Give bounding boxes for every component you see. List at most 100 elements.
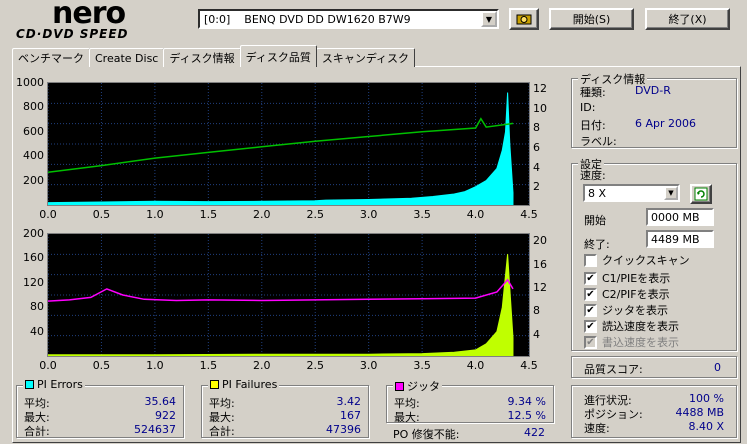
show-jitter-checkbox[interactable]: ✔ <box>584 303 597 317</box>
chevron-down-icon[interactable]: ▼ <box>481 11 497 27</box>
settings-group: 設定 速度: 8 X ▼ 開始 0000 MB 終了: 4489 MB クイック… <box>571 156 737 351</box>
tab-disc-quality[interactable]: ディスク品質 <box>239 45 317 67</box>
x-tick-label: 0.5 <box>92 359 111 372</box>
y-left-tick-label: 200 <box>23 173 44 187</box>
y-left-tick-label: 800 <box>23 100 44 114</box>
x-tick-label: 2.5 <box>306 359 324 372</box>
show-pie-checkbox[interactable]: ✔ <box>584 271 597 285</box>
x-tick-label: 0.0 <box>39 359 57 372</box>
pi-errors-total-label: 合計: <box>24 425 50 438</box>
series-area-0 <box>48 254 514 356</box>
drive-select-value: [0:0] BENQ DVD DD DW1620 B7W9 <box>204 12 411 26</box>
pi-errors-chart <box>47 82 530 206</box>
progress-speed-label: 速度: <box>584 422 610 435</box>
pi-failures-title: PI Failures <box>222 378 278 391</box>
refresh-icon <box>694 187 708 201</box>
quality-score-label: 品質スコア: <box>584 363 643 376</box>
x-tick-label: 2.5 <box>306 208 324 221</box>
pi-errors-swatch <box>25 380 34 389</box>
y-right-tick-label: 12 <box>533 280 547 294</box>
y-right-tick-label: 8 <box>533 121 540 135</box>
y-left-tick-label: 40 <box>30 324 44 338</box>
y-right-tick-label: 12 <box>533 81 547 95</box>
show-pif-label: C2/PIFを表示 <box>602 288 670 301</box>
x-tick-label: 4.0 <box>466 359 485 372</box>
show-read-speed-label: 読込速度を表示 <box>602 320 679 333</box>
cd-dvd-speed-logo: CD·DVD SPEED <box>16 27 129 41</box>
jitter-group: ジッタ 平均: 9.34 % 最大: 12.5 % <box>386 378 554 424</box>
show-pif-check[interactable]: ✔ C2/PIFを表示 <box>584 286 670 302</box>
eject-button[interactable] <box>509 8 539 30</box>
chevron-down-icon[interactable]: ▼ <box>664 186 678 200</box>
x-tick-label: 3.0 <box>359 208 378 221</box>
y-left-tick-label: 400 <box>23 149 44 163</box>
pi-failures-chart <box>47 233 530 357</box>
po-unrecoverable-label: PO 修復不能: <box>393 428 460 441</box>
disc-type-value: DVD-R <box>635 84 671 97</box>
tab-scan-disc[interactable]: スキャンディスク <box>315 48 416 67</box>
disc-label-label: ラベル: <box>580 135 617 148</box>
x-tick-label: 1.0 <box>146 359 164 372</box>
x-tick-label: 0.0 <box>39 208 57 221</box>
show-write-speed-check: ✔ 書込速度を表示 <box>584 334 679 350</box>
x-tick-label: 1.5 <box>199 359 218 372</box>
pi-failures-total-label: 合計: <box>209 425 235 438</box>
y-left-tick-label: 600 <box>23 124 44 138</box>
start-position-label: 開始 <box>584 214 606 227</box>
show-write-speed-label: 書込速度を表示 <box>602 336 679 349</box>
pi-errors-chart-svg <box>48 83 529 205</box>
y-left-tick-label: 200 <box>23 227 44 240</box>
show-pie-check[interactable]: ✔ C1/PIEを表示 <box>584 270 670 286</box>
pi-failures-group: PI Failures 平均: 3.42 最大: 167 合計: 47396 <box>201 378 369 438</box>
show-pie-label: C1/PIEを表示 <box>602 272 671 285</box>
x-tick-label: 4.5 <box>520 208 538 221</box>
eject-icon <box>516 14 532 25</box>
progress-group: 進行状況: 100 % ポジション: 4488 MB 速度: 8.40 X <box>571 385 737 438</box>
pi-failures-chart-svg <box>48 234 529 356</box>
show-read-speed-check[interactable]: ✔ 読込速度を表示 <box>584 318 679 334</box>
end-position-label: 終了: <box>584 238 610 251</box>
exit-button[interactable]: 終了(X) <box>645 8 730 30</box>
show-pif-checkbox[interactable]: ✔ <box>584 287 597 301</box>
pi-failures-total: 47396 <box>326 423 361 436</box>
tab-disc-info[interactable]: ディスク情報 <box>163 48 241 67</box>
end-position-input[interactable]: 4489 MB <box>646 230 714 248</box>
x-tick-label: 2.0 <box>253 208 271 221</box>
refresh-speed-button[interactable] <box>690 184 712 204</box>
show-jitter-check[interactable]: ✔ ジッタを表示 <box>584 302 668 318</box>
y-right-tick-label: 10 <box>533 101 547 115</box>
y-right-tick-label: 2 <box>533 180 540 194</box>
drive-select[interactable]: [0:0] BENQ DVD DD DW1620 B7W9 ▼ <box>198 9 499 29</box>
jitter-title: ジッタ <box>407 380 440 393</box>
tab-bar: ベンチマーク Create Disc ディスク情報 ディスク品質 スキャンディス… <box>12 45 416 67</box>
pi-errors-group: PI Errors 平均: 35.64 最大: 922 合計: 524637 <box>16 378 184 438</box>
x-tick-label: 2.0 <box>253 359 271 372</box>
start-button[interactable]: 開始(S) <box>549 8 634 30</box>
quality-score-group: 品質スコア: 0 <box>571 356 737 378</box>
show-read-speed-checkbox[interactable]: ✔ <box>584 319 597 333</box>
progress-speed: 8.40 X <box>688 420 724 433</box>
y-right-tick-label: 6 <box>533 140 540 154</box>
y-right-tick-label: 8 <box>533 304 540 318</box>
jitter-max-label: 最大: <box>394 411 420 424</box>
quick-scan-check[interactable]: クイックスキャン <box>584 252 690 268</box>
y-left-tick-label: 80 <box>30 300 44 314</box>
disc-id-label: ID: <box>580 101 596 114</box>
po-unrecoverable-value: 422 <box>524 426 545 439</box>
disc-date-label: 日付: <box>580 119 606 132</box>
tab-create-disc[interactable]: Create Disc <box>89 48 165 67</box>
show-jitter-label: ジッタを表示 <box>602 304 668 317</box>
quick-scan-checkbox[interactable] <box>584 253 597 267</box>
pi-failures-swatch <box>210 380 219 389</box>
speed-select[interactable]: 8 X ▼ <box>583 184 680 202</box>
jitter-swatch <box>395 381 404 391</box>
y-right-tick-label: 20 <box>533 234 547 248</box>
disc-type-label: 種類: <box>580 86 606 99</box>
y-right-tick-label: 4 <box>533 327 540 341</box>
series-line-1 <box>48 278 514 302</box>
start-position-input[interactable]: 0000 MB <box>646 208 714 226</box>
speed-label: 速度: <box>580 169 606 182</box>
tab-benchmark[interactable]: ベンチマーク <box>12 48 90 67</box>
jitter-max: 12.5 % <box>507 409 546 422</box>
show-write-speed-checkbox: ✔ <box>584 335 597 349</box>
